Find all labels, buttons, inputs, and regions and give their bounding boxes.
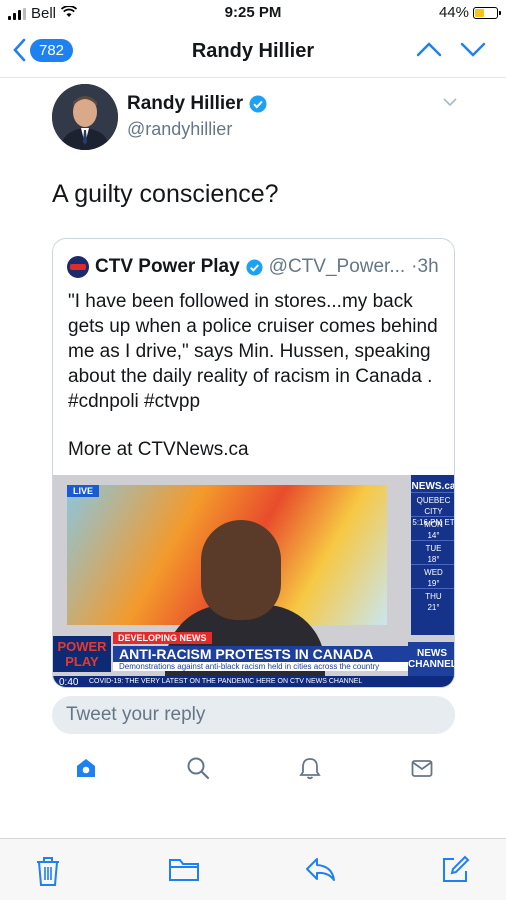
weather-panel: NEWS.ca QUEBEC CITY 5:16 PM ET MON 14° TUE… xyxy=(411,475,455,635)
avatar[interactable] xyxy=(52,84,118,150)
quoted-tweet-age: ·3h xyxy=(411,256,439,277)
video-timecode: 0:40 xyxy=(59,677,79,688)
news-ticker: COVID-19: THE VERY LATEST ON THE PANDEMI… xyxy=(53,676,454,687)
forecast-temp: 21° xyxy=(427,603,440,612)
mail-icon[interactable] xyxy=(410,756,434,780)
news-subheadline: Demonstrations against anti-black racism… xyxy=(113,662,408,671)
tweet-actions xyxy=(0,752,506,792)
battery-percentage: 44% xyxy=(438,4,469,21)
mail-toolbar xyxy=(0,838,506,900)
folder-icon[interactable] xyxy=(168,855,200,883)
reply-icon[interactable] xyxy=(304,855,336,883)
quoted-author-handle: @CTV_Power... xyxy=(268,256,406,277)
status-time: 9:25 PM xyxy=(224,4,282,21)
speaker-head xyxy=(201,520,281,620)
author-name[interactable]: Randy Hillier xyxy=(127,93,243,115)
home-icon[interactable] xyxy=(74,756,98,780)
quoted-author-avatar xyxy=(67,256,89,278)
power-play-logo: POWER PLAY xyxy=(53,636,111,672)
quoted-tweet-card[interactable]: CTV Power Play @CTV_Power... ·3h "I have… xyxy=(52,238,455,688)
reply-input[interactable]: Tweet your reply xyxy=(52,696,455,734)
search-icon[interactable] xyxy=(186,756,210,780)
verified-badge-icon xyxy=(249,95,267,113)
forecast-day: THU xyxy=(425,592,442,601)
quoted-tweet-body: "I have been followed in stores...my bac… xyxy=(68,291,438,412)
compose-icon[interactable] xyxy=(440,855,470,885)
weather-logo: NEWS.ca xyxy=(411,481,455,492)
status-bar: Bell 9:25 PM 44% xyxy=(0,0,506,26)
news-channel-logo: NEWS CHANNEL xyxy=(408,642,454,678)
forecast-day: TUE xyxy=(425,544,442,553)
battery-icon xyxy=(473,6,501,19)
news-headline: ANTI-RACISM PROTESTS IN CANADA xyxy=(113,646,408,662)
chevron-down-icon[interactable] xyxy=(460,40,486,58)
live-badge: LIVE xyxy=(67,485,100,497)
verified-badge-icon xyxy=(246,258,263,276)
chevron-down-icon[interactable] xyxy=(442,96,458,108)
author-handle: @randyhillier xyxy=(127,119,233,139)
lower-third: DEVELOPING NEWS ANTI-RACISM PROTESTS IN … xyxy=(113,628,408,671)
chevron-up-icon[interactable] xyxy=(416,40,442,58)
forecast-day: WED xyxy=(424,568,443,577)
tweet-text: A guilty conscience? xyxy=(52,180,279,208)
weather-city: QUEBEC CITY xyxy=(416,496,451,516)
trash-icon[interactable] xyxy=(34,855,62,887)
navigation-bar: 782 Randy Hillier xyxy=(0,26,506,78)
bell-icon[interactable] xyxy=(298,756,322,780)
video-thumbnail[interactable]: LIVE NEWS.ca QUEBEC CITY 5:16 PM ET MON 14… xyxy=(53,475,455,688)
quoted-author-name: CTV Power Play xyxy=(95,256,240,277)
developing-news-label: DEVELOPING NEWS xyxy=(113,632,212,644)
quoted-tweet-more-link[interactable]: More at CTVNews.ca xyxy=(68,439,249,461)
